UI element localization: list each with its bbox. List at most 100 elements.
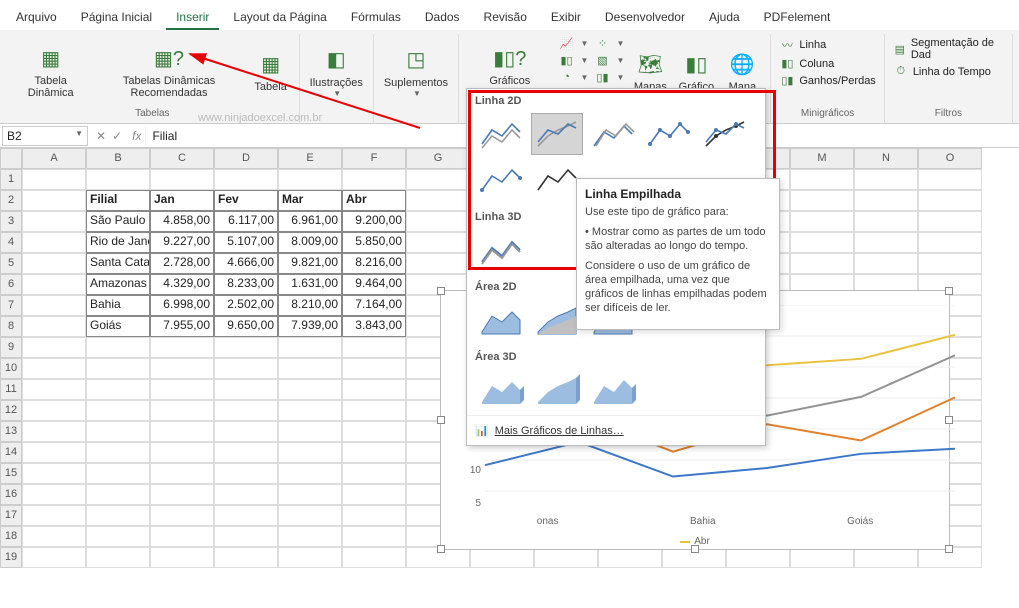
cell[interactable] <box>86 379 150 400</box>
cell[interactable] <box>918 190 982 211</box>
cell[interactable] <box>214 421 278 442</box>
tab-inserir[interactable]: Inserir <box>166 6 219 30</box>
illustrations-button[interactable]: ◧Ilustrações▼ <box>306 34 367 106</box>
cell[interactable] <box>790 190 854 211</box>
sparkline-line[interactable]: 〰Linha <box>777 36 877 54</box>
cell[interactable] <box>86 421 150 442</box>
cell[interactable]: Amazonas <box>86 274 150 295</box>
cell[interactable] <box>150 358 214 379</box>
cell[interactable] <box>150 526 214 547</box>
cell[interactable]: 9.650,00 <box>214 316 278 337</box>
cell[interactable] <box>150 421 214 442</box>
cell[interactable]: 4.666,00 <box>214 253 278 274</box>
cell[interactable] <box>342 442 406 463</box>
line2d-option-4[interactable] <box>643 113 695 155</box>
cell[interactable] <box>86 337 150 358</box>
table-button[interactable]: ▦Tabela <box>249 34 293 106</box>
cell[interactable] <box>342 547 406 568</box>
cell[interactable] <box>214 337 278 358</box>
cell[interactable] <box>278 547 342 568</box>
cell[interactable] <box>150 505 214 526</box>
cell[interactable] <box>342 379 406 400</box>
tab-arquivo[interactable]: Arquivo <box>6 6 67 30</box>
cell[interactable]: Fev <box>214 190 278 211</box>
cell[interactable] <box>86 547 150 568</box>
cell[interactable] <box>342 400 406 421</box>
cell[interactable]: 3.843,00 <box>342 316 406 337</box>
cell[interactable] <box>214 442 278 463</box>
tab-desenvolvedor[interactable]: Desenvolvedor <box>595 6 695 30</box>
cell[interactable] <box>214 358 278 379</box>
sparkline-column[interactable]: ▮▯Coluna <box>777 56 877 71</box>
cell[interactable] <box>278 505 342 526</box>
cell[interactable] <box>150 547 214 568</box>
cell[interactable] <box>854 547 918 568</box>
line2d-option-6[interactable] <box>475 159 527 201</box>
cell[interactable]: 5.850,00 <box>342 232 406 253</box>
cell[interactable] <box>22 463 86 484</box>
cell[interactable]: Abr <box>342 190 406 211</box>
cell[interactable]: 1.631,00 <box>278 274 342 295</box>
cell[interactable]: 8.009,00 <box>278 232 342 253</box>
chart-type-bar-dropdown[interactable]: ▮▯▼ <box>557 53 591 68</box>
tab-ajuda[interactable]: Ajuda <box>699 6 750 30</box>
cell[interactable] <box>278 463 342 484</box>
pivot-table-button[interactable]: ▦Tabela Dinâmica <box>12 34 89 106</box>
tab-formulas[interactable]: Fórmulas <box>341 6 411 30</box>
cell[interactable] <box>278 358 342 379</box>
cell[interactable]: Mar <box>278 190 342 211</box>
cell[interactable] <box>790 211 854 232</box>
cell[interactable] <box>22 295 86 316</box>
cell[interactable] <box>214 484 278 505</box>
enter-icon[interactable]: ✓ <box>112 129 122 143</box>
cell[interactable] <box>22 190 86 211</box>
cell[interactable] <box>854 190 918 211</box>
cell[interactable] <box>342 505 406 526</box>
cell[interactable]: Rio de Janeiro <box>86 232 150 253</box>
cell[interactable]: 9.464,00 <box>342 274 406 295</box>
recommended-pivot-button[interactable]: ▦?Tabelas Dinâmicas Recomendadas <box>91 34 246 106</box>
cell[interactable]: 9.227,00 <box>150 232 214 253</box>
cell[interactable] <box>918 253 982 274</box>
cell[interactable] <box>598 547 662 568</box>
cell[interactable] <box>790 169 854 190</box>
chart-type-other-dropdown[interactable]: ◔▼ <box>557 70 591 84</box>
tab-exibir[interactable]: Exibir <box>541 6 591 30</box>
line2d-option-5[interactable] <box>699 113 751 155</box>
cell[interactable] <box>342 358 406 379</box>
cell[interactable] <box>86 169 150 190</box>
cell[interactable] <box>86 400 150 421</box>
area2d-option-1[interactable] <box>475 299 527 341</box>
cell[interactable] <box>406 169 470 190</box>
cell[interactable] <box>854 232 918 253</box>
cell[interactable] <box>150 484 214 505</box>
cell[interactable]: 4.858,00 <box>150 211 214 232</box>
cell[interactable] <box>214 169 278 190</box>
cell[interactable]: 2.728,00 <box>150 253 214 274</box>
cell[interactable] <box>790 232 854 253</box>
cell[interactable] <box>86 358 150 379</box>
cell[interactable] <box>150 463 214 484</box>
cell[interactable]: 5.107,00 <box>214 232 278 253</box>
cell[interactable] <box>406 232 470 253</box>
cell[interactable] <box>22 379 86 400</box>
cell[interactable]: 8.210,00 <box>278 295 342 316</box>
cell[interactable] <box>790 253 854 274</box>
cell[interactable] <box>22 442 86 463</box>
chart-type-scatter-dropdown[interactable]: ⁘▼ <box>592 36 626 51</box>
cell[interactable] <box>214 526 278 547</box>
resize-handle[interactable] <box>437 287 445 295</box>
cell[interactable] <box>22 547 86 568</box>
cell[interactable] <box>278 526 342 547</box>
cell[interactable] <box>854 211 918 232</box>
cell[interactable] <box>342 463 406 484</box>
cell[interactable] <box>278 337 342 358</box>
cell[interactable]: 7.955,00 <box>150 316 214 337</box>
cell[interactable] <box>406 211 470 232</box>
cell[interactable] <box>22 484 86 505</box>
cell[interactable]: Jan <box>150 190 214 211</box>
more-line-charts[interactable]: 📊Mais Gráficos de Linhas… <box>467 415 765 445</box>
cell[interactable] <box>214 379 278 400</box>
cell[interactable] <box>278 169 342 190</box>
cell[interactable] <box>342 484 406 505</box>
